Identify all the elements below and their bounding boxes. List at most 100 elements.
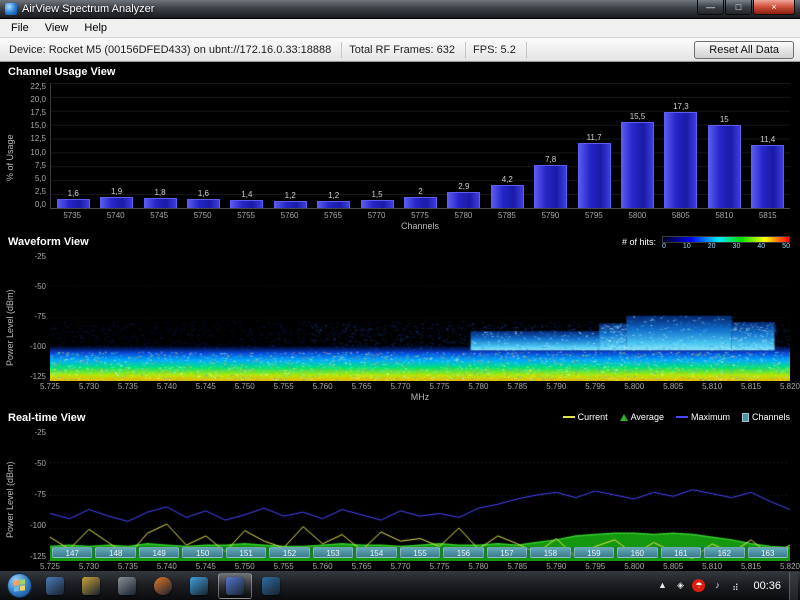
bar-value-label: 11,4 (760, 134, 776, 144)
show-desktop-button[interactable] (789, 571, 798, 600)
taskbar-apps (37, 572, 289, 599)
usage-bar (490, 184, 524, 208)
tick-label: 5.800 (624, 562, 645, 570)
reset-all-data-button[interactable]: Reset All Data (694, 40, 794, 59)
channel-usage-section: Channel Usage View % of Usage 22,5 20,0 17… (0, 62, 800, 234)
hits-color-scale (662, 236, 790, 243)
taskbar-app-5[interactable] (254, 573, 288, 599)
usage-bar-column: 1,8 (141, 83, 179, 208)
tick-label: 5.765 (351, 562, 372, 570)
system-tray: ▲ ◈ ☂ ♪ ⣴ (656, 579, 745, 592)
tick-label: 5.745 (195, 382, 216, 391)
tick-label: 20 (707, 243, 716, 250)
realtime-canvas (50, 429, 790, 561)
bar-value-label: 2,9 (458, 181, 470, 191)
taskbar-clock[interactable]: 00:36 (745, 580, 789, 592)
usage-bar-column: 1,4 (228, 83, 266, 208)
tick-label: -50 (34, 282, 46, 291)
channel-badge: 153 (312, 547, 354, 558)
usage-bar-column: 4,2 (488, 83, 526, 208)
channel-tick-label: 5795 (584, 211, 603, 220)
channel-usage-title: Channel Usage View (8, 66, 116, 78)
usage-bar-column: 1,5 (358, 83, 396, 208)
usage-bar (751, 144, 785, 208)
tick-label: 5.810 (702, 382, 723, 391)
tick-label: 5.730 (78, 562, 99, 570)
taskbar-app-1-icon (46, 576, 64, 595)
channel-tick-label: 5755 (237, 211, 255, 220)
tick-label: 5.820 (779, 382, 800, 391)
tick-label: 5.775 (429, 382, 450, 391)
taskbar-app-browser[interactable] (146, 573, 180, 599)
tray-volume-icon[interactable]: ♪ (711, 579, 723, 592)
legend-item-average: Average (619, 412, 664, 422)
tick-label: -25 (34, 428, 46, 437)
close-button[interactable]: × (753, 0, 795, 15)
channel-tick-label: 5760 (280, 211, 299, 220)
tray-app-icon[interactable]: ◈ (674, 579, 686, 592)
start-button[interactable] (7, 573, 32, 598)
tick-label: 5,0 (34, 173, 46, 183)
menu-help[interactable]: Help (76, 20, 115, 36)
bar-value-label: 15 (719, 114, 729, 124)
tick-label: -125 (29, 372, 46, 381)
taskbar-app-4[interactable] (182, 573, 216, 599)
taskbar-app-1[interactable] (38, 573, 72, 599)
taskbar-app-3[interactable] (110, 573, 144, 599)
bar-value-label: 7,8 (545, 154, 557, 164)
tick-label: 5.815 (741, 382, 762, 391)
tray-network-icon[interactable]: ⣴ (729, 579, 741, 592)
menu-file[interactable]: File (3, 20, 37, 36)
usage-bar-column: 11,7 (575, 83, 613, 208)
channel-tick-label: 5780 (454, 211, 473, 220)
usage-bar (56, 199, 90, 208)
window-controls: — □ × (697, 0, 795, 15)
windows-taskbar: ▲ ◈ ☂ ♪ ⣴ 00:36 (0, 570, 800, 600)
channel-number-strip: 147 148 149 150 151 152 153 154 155 156 157 158 159 1… (52, 547, 788, 558)
taskbar-app-airview[interactable] (218, 572, 252, 599)
tick-label: 5.780 (468, 382, 489, 391)
channel-tick-label: 5805 (671, 211, 690, 220)
tick-label: 5.755 (273, 562, 294, 570)
realtime-legend: Current Average Maximum Channels (562, 412, 790, 422)
usage-bar-column: 2,9 (445, 83, 483, 208)
tick-label: 10 (682, 243, 691, 250)
tick-label: 22,5 (30, 82, 46, 91)
usage-bar (143, 198, 177, 208)
taskbar-app-3-icon (118, 576, 136, 595)
tick-label: 5.750 (234, 382, 255, 391)
channel-tick-label: 5750 (193, 211, 212, 220)
bar-value-label: 2 (418, 186, 423, 196)
tray-expand-icon[interactable]: ▲ (656, 579, 668, 592)
menu-view[interactable]: View (37, 20, 77, 36)
waveform-section: Waveform View # of hits: 0 10 20 30 40 50 Pow… (0, 234, 800, 410)
usage-bar-column: 1,9 (97, 83, 135, 208)
usage-bar (100, 197, 134, 208)
legend-swatch (619, 413, 628, 421)
tick-label: 30 (732, 243, 741, 250)
maximize-button[interactable]: □ (725, 0, 752, 15)
usage-bar-column: 7,8 (531, 83, 569, 208)
channel-badge: 156 (443, 547, 484, 558)
taskbar-app-2[interactable] (74, 573, 108, 599)
minimize-button[interactable]: — (697, 0, 724, 15)
tick-label: 5.815 (741, 562, 762, 570)
channel-usage-chart: 1,6 1,9 1,8 1,6 1,4 1,2 1,2 1,5 2 2,9 4,2 7,8 11,7 15… (50, 83, 790, 209)
usage-bar-column: 17,3 (662, 83, 700, 208)
usage-bar (577, 143, 611, 208)
tick-label: 10,0 (30, 147, 46, 157)
tick-label: 40 (757, 243, 766, 250)
tick-label: -125 (29, 552, 46, 561)
channel-tick-label: 5810 (715, 211, 734, 220)
legend-swatch (675, 416, 688, 418)
tray-avira-icon[interactable]: ☂ (692, 579, 706, 592)
tick-label: 0 (662, 243, 666, 250)
channel-badge: 154 (356, 547, 397, 558)
rf-frames-info: Total RF Frames: 632 (346, 41, 467, 58)
waveform-spectrogram (50, 253, 790, 381)
fps-info: FPS: 5.2 (470, 41, 527, 58)
tick-label: 5.740 (156, 562, 177, 570)
channel-badge: 162 (704, 547, 745, 558)
realtime-title: Real-time View (8, 412, 86, 424)
bar-value-label: 1,2 (328, 191, 340, 201)
